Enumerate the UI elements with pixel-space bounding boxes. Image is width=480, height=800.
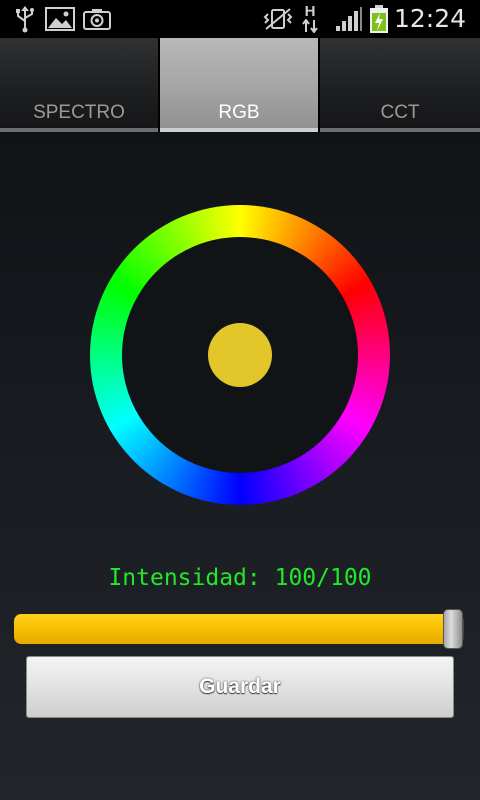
gallery-icon	[44, 0, 76, 38]
app-screen: H 12:24 SPECTRO RGB CCT Intensidad: 100/…	[0, 0, 480, 800]
color-wheel[interactable]	[90, 205, 390, 505]
intensity-slider[interactable]	[14, 609, 466, 649]
save-button[interactable]: Guardar	[26, 656, 454, 718]
clock: 12:24	[393, 4, 466, 33]
selected-color-swatch[interactable]	[208, 323, 272, 387]
intensity-label: Intensidad: 100/100	[108, 565, 372, 591]
tab-indicator	[320, 128, 480, 132]
battery-charging-icon	[368, 0, 390, 38]
tab-spectro[interactable]: SPECTRO	[0, 38, 160, 132]
network-type-label: H	[304, 3, 316, 20]
slider-track[interactable]	[14, 614, 464, 644]
tab-cct[interactable]: CCT	[320, 38, 480, 132]
data-arrows-icon: H	[300, 0, 320, 38]
slider-thumb[interactable]	[443, 609, 463, 649]
tab-indicator	[0, 128, 158, 132]
status-bar: H 12:24	[0, 0, 480, 38]
tab-rgb[interactable]: RGB	[160, 38, 320, 132]
vibrate-mute-icon	[262, 0, 294, 38]
signal-icon	[334, 0, 364, 38]
usb-icon	[12, 0, 38, 38]
camera-icon	[82, 0, 112, 38]
tab-bar: SPECTRO RGB CCT	[0, 38, 480, 132]
tab-indicator	[160, 128, 318, 132]
slider-fill	[14, 614, 459, 644]
